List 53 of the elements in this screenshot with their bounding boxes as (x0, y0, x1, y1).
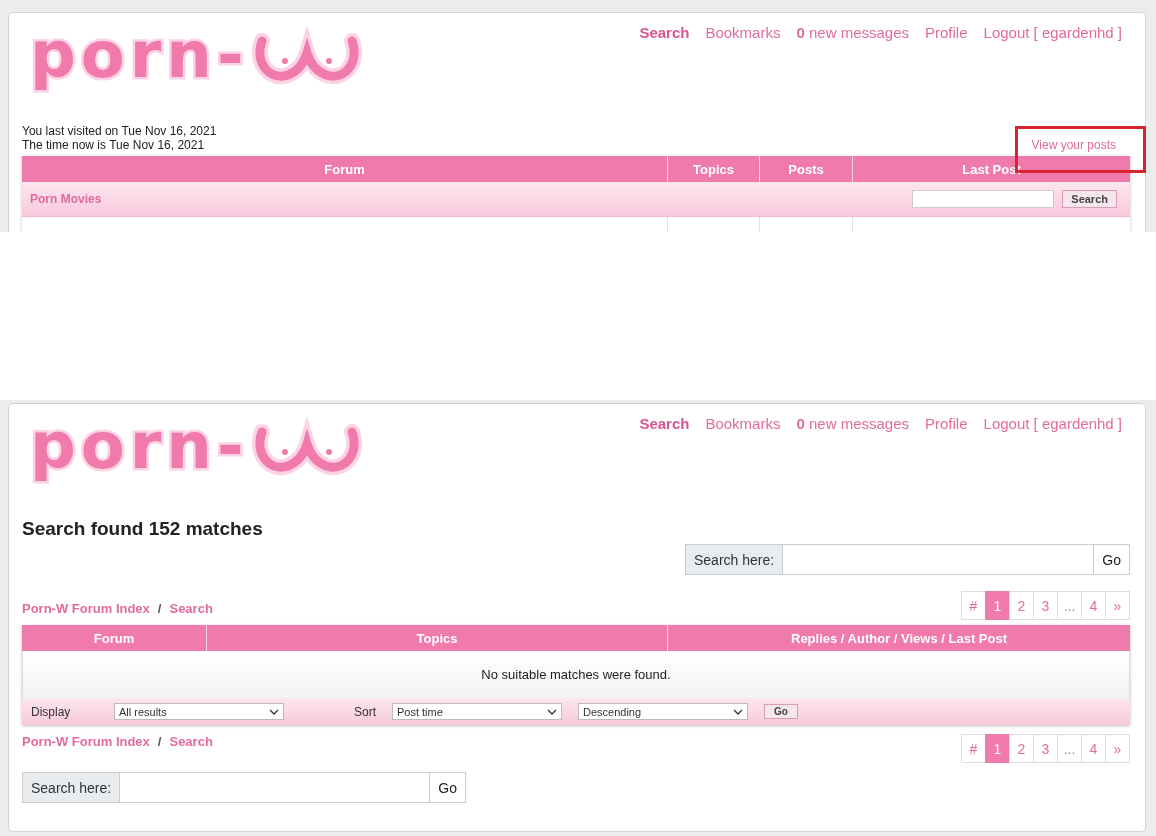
column-header: Forum (92, 629, 136, 648)
site-logo[interactable]: porn- (26, 404, 363, 488)
site-logo[interactable]: porn- (26, 13, 363, 97)
chevron-icon (733, 708, 743, 715)
page-link[interactable]: 1 (985, 734, 1010, 763)
chevron-icon (269, 708, 279, 715)
nav-link[interactable]: Search (639, 24, 690, 41)
page-link[interactable]: # (961, 591, 986, 620)
breadcrumb-link[interactable]: Porn-W Forum Index (22, 601, 150, 616)
nav-link[interactable]: Profile (925, 24, 968, 41)
page-link[interactable]: # (961, 734, 986, 763)
search-field[interactable] (912, 190, 1055, 208)
column-header: Forum (323, 160, 366, 179)
go-button[interactable]: Go (764, 704, 798, 719)
nav-link[interactable]: Bookmarks (705, 24, 781, 41)
breadcrumb-separator: / (157, 601, 162, 616)
logo-text: porn- (29, 17, 250, 94)
logo-text: porn- (29, 408, 250, 485)
display-label: Display (31, 704, 72, 719)
breadcrumb-link[interactable]: Search (169, 734, 213, 749)
page-link[interactable]: 2 (1009, 591, 1034, 620)
nav-link[interactable]: Logout [ egardenhd ] (983, 24, 1122, 41)
nav-link[interactable]: Logout [ egardenhd ] (983, 415, 1122, 432)
nav-link[interactable]: Bookmarks (705, 415, 781, 432)
page-link[interactable]: » (1105, 734, 1130, 763)
chevron-icon (547, 708, 557, 715)
nav-link[interactable]: 0 new messages (796, 415, 909, 432)
breadcrumb-link[interactable]: Search (169, 601, 213, 616)
page-link[interactable]: 4 (1081, 591, 1106, 620)
breadcrumb-separator: / (157, 734, 162, 749)
page-link[interactable]: 2 (1009, 734, 1034, 763)
page-link[interactable]: 3 (1033, 591, 1058, 620)
page-heading: Search found 152 matches (22, 518, 264, 540)
category-link[interactable]: Porn Movies (30, 192, 102, 206)
nav-link[interactable]: Profile (925, 415, 968, 432)
search-button[interactable]: Search (1062, 190, 1117, 208)
breadcrumb-link[interactable]: Porn-W Forum Index (22, 734, 150, 749)
nav-link[interactable]: Search (639, 415, 690, 432)
select-field[interactable]: Descending (578, 703, 748, 720)
sort-label: Sort (354, 704, 377, 719)
view-posts-link[interactable]: View your posts (1031, 138, 1116, 152)
page-link[interactable]: ... (1057, 591, 1082, 620)
select-field[interactable]: All results (114, 703, 284, 720)
page-link[interactable]: » (1105, 591, 1130, 620)
page-link[interactable]: ... (1057, 734, 1082, 763)
page-link[interactable]: 3 (1033, 734, 1058, 763)
visit-info: You last visited on Tue Nov 16, 2021 (22, 124, 217, 138)
page-link[interactable]: 1 (985, 591, 1010, 620)
page-link[interactable]: 4 (1081, 734, 1106, 763)
empty-message: No suitable matches were found. (22, 651, 1130, 698)
visit-info: The time now is Tue Nov 16, 2021 (22, 138, 206, 152)
nav-link[interactable]: 0 new messages (796, 24, 909, 41)
select-field[interactable]: Post time (392, 703, 562, 720)
